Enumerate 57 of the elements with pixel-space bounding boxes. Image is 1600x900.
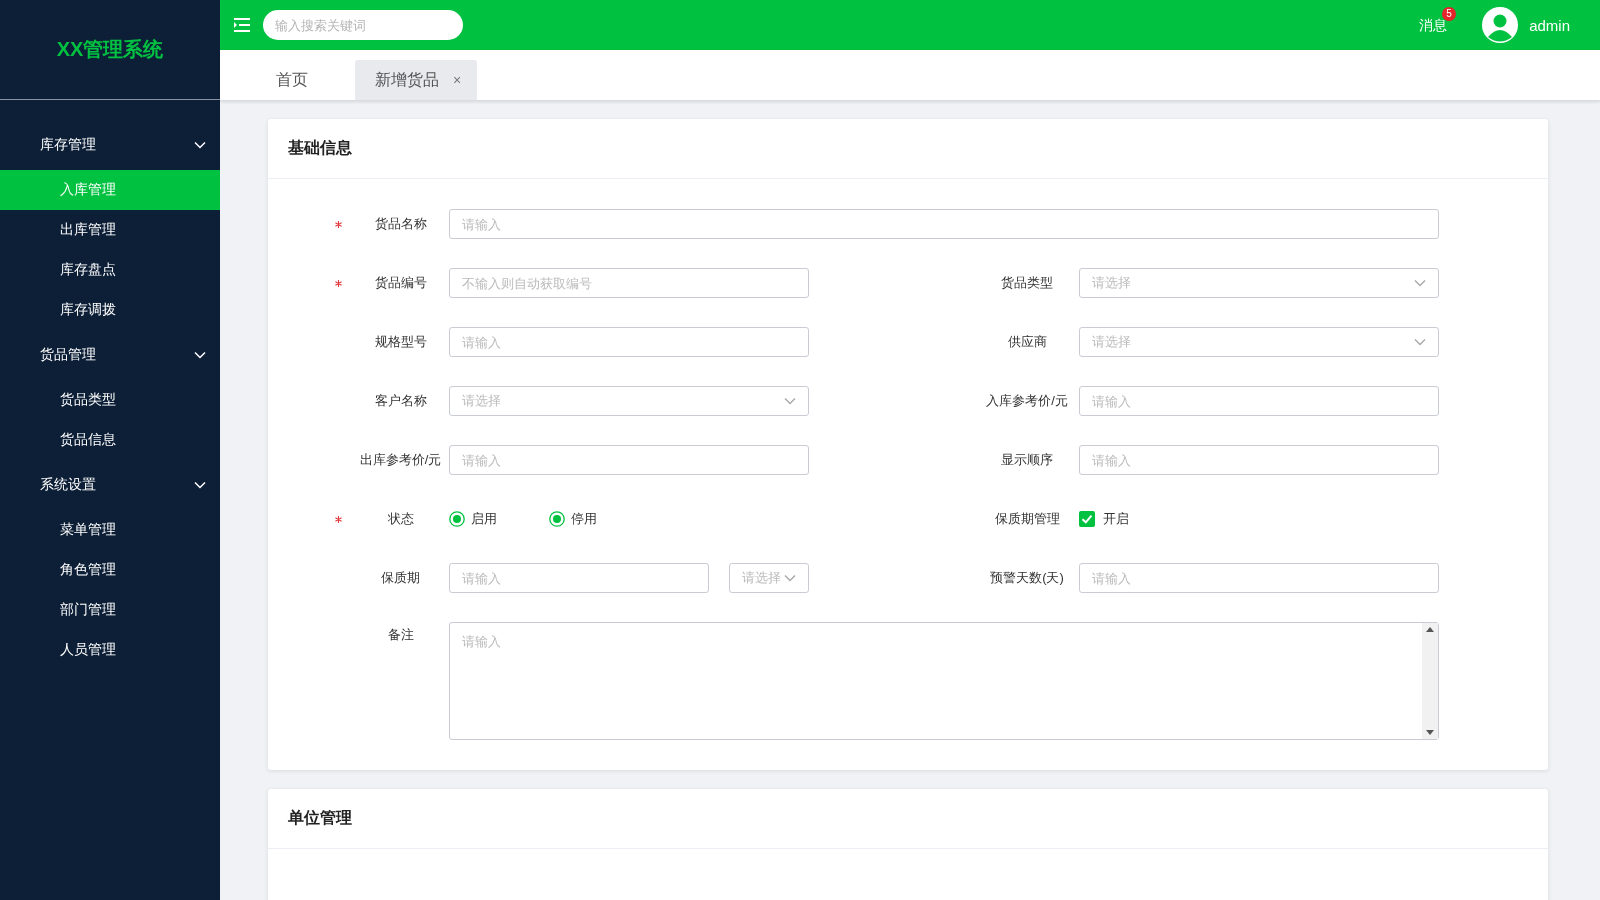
menu-item[interactable]: 部门管理	[0, 590, 220, 630]
field-label: 显示顺序	[1000, 451, 1054, 469]
input-field[interactable]: 请输入	[1079, 563, 1439, 593]
field-label: 入库参考价/元	[985, 392, 1069, 410]
field-label: 客户名称	[373, 392, 428, 410]
scrollbar[interactable]	[1422, 623, 1438, 739]
menu-item[interactable]: 人员管理	[0, 630, 220, 670]
section-title: 基础信息	[288, 138, 352, 158]
avatar-icon[interactable]	[1481, 6, 1520, 44]
menu-item[interactable]: 角色管理	[0, 550, 220, 590]
menu-item[interactable]: 库存调拨	[0, 290, 220, 330]
radio-icon[interactable]	[449, 511, 465, 527]
field-label: 货品名称	[373, 215, 428, 233]
input-field[interactable]: 请输入	[449, 327, 809, 357]
field-label: 状态	[386, 510, 415, 528]
menu-item[interactable]: 货品信息	[0, 420, 220, 460]
input-field[interactable]: 请输入	[449, 445, 809, 475]
chevron-icon	[1414, 279, 1426, 287]
field-label: 规格型号	[373, 333, 428, 351]
menu-group-label[interactable]: 库存管理	[40, 136, 96, 154]
tab[interactable]: 首页	[240, 60, 340, 100]
tab[interactable]: 新增货品 ×	[355, 60, 478, 100]
menu-item[interactable]: 出库管理	[0, 210, 220, 250]
field-label: 保质期管理	[993, 510, 1061, 528]
field-label: 保质期	[380, 569, 421, 587]
checkbox-icon[interactable]	[1079, 511, 1095, 527]
input-field[interactable]: 不输入则自动获取编号	[449, 268, 809, 298]
chevron-icon	[1414, 338, 1426, 346]
checkbox-option[interactable]: 开启	[1079, 510, 1129, 528]
menu-group-label[interactable]: 货品管理	[40, 346, 96, 364]
field-label: 出库参考价/元	[358, 451, 443, 469]
radio-option[interactable]: 停用	[549, 510, 649, 528]
input-field[interactable]: 请输入	[449, 209, 1439, 239]
chevron-icon	[784, 574, 796, 582]
chevron-icon	[784, 397, 796, 405]
section-title: 单位管理	[288, 808, 352, 828]
field-label: 备注	[386, 626, 415, 644]
input-field[interactable]: 请输入	[1079, 386, 1439, 416]
menu-item[interactable]: 菜单管理	[0, 510, 220, 550]
field-label: 货品编号	[373, 274, 428, 292]
input-field[interactable]: 请输入	[449, 563, 709, 593]
radio-option[interactable]: 启用	[449, 510, 549, 528]
field-label: 预警天数(天)	[989, 569, 1065, 587]
app-logo: XX管理系统	[56, 37, 164, 62]
menu-icon[interactable]	[234, 18, 250, 32]
menu-group-label[interactable]: 系统设置	[40, 476, 96, 494]
field-label: 货品类型	[1000, 274, 1054, 292]
tab-label[interactable]: 新增货品	[375, 69, 439, 91]
input-field[interactable]: 请输入	[1079, 445, 1439, 475]
notification-badge: 5	[1442, 6, 1457, 21]
radio-icon[interactable]	[549, 511, 565, 527]
close-icon[interactable]: ×	[453, 72, 462, 88]
menu-item[interactable]: 库存盘点	[0, 250, 220, 290]
field-label: 供应商	[1006, 333, 1048, 351]
menu-item[interactable]: 货品类型	[0, 380, 220, 420]
textarea-field[interactable]: 请输入	[449, 622, 1439, 740]
search-field[interactable]: 输入搜索关键词	[263, 10, 463, 40]
